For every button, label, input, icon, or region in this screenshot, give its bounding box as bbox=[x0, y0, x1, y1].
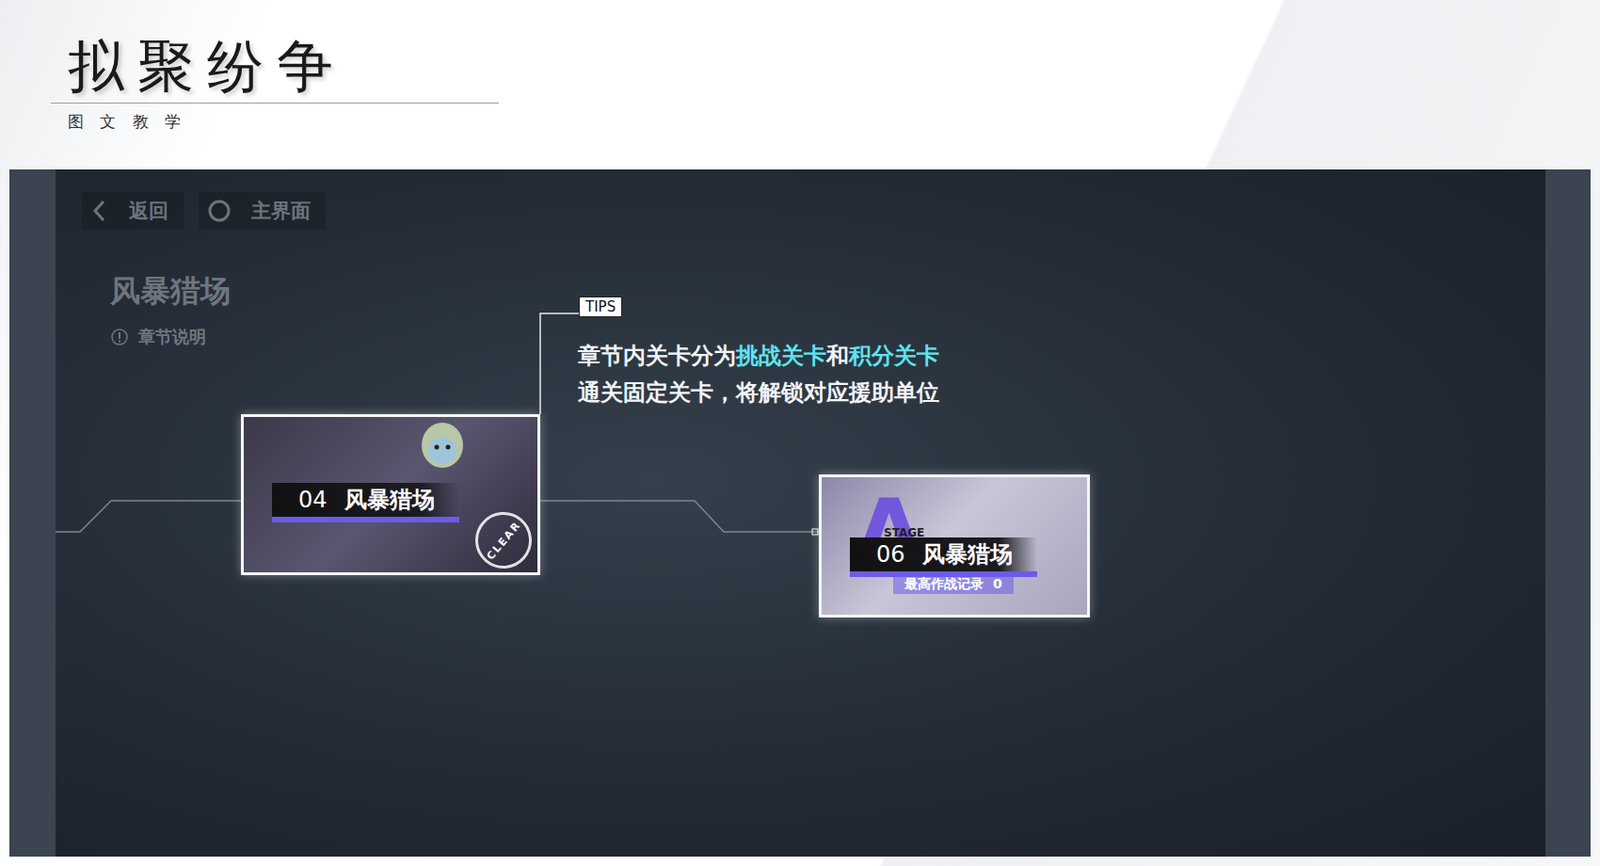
chapter-info-button[interactable]: 章节说明 bbox=[110, 325, 1546, 349]
title-rule bbox=[50, 102, 499, 104]
tutorial-page: 拟聚纷争图 文 教 学返回主界面风暴猎场章节说明04风暴猎场CLEARASTAG… bbox=[0, 0, 1600, 866]
chapter-title: 风暴猎场 bbox=[110, 271, 1546, 313]
home-button[interactable]: 主界面 bbox=[198, 192, 326, 230]
stage-banner: 04 风暴猎场 bbox=[272, 482, 460, 523]
stage-card[interactable]: 04 风暴猎场 CLEAR bbox=[240, 414, 541, 576]
game-screen: 返回主界面风暴猎场章节说明04风暴猎场CLEARASTAGE06风暴猎场最高作战… bbox=[55, 169, 1546, 857]
stage-number: 04 bbox=[298, 486, 328, 513]
stage-map: 04风暴猎场CLEARASTAGE06风暴猎场最高作战记录0TIPS章节内关卡分… bbox=[55, 169, 1546, 857]
tip-line: 章节内关卡分为挑战关卡和积分关卡 bbox=[577, 342, 940, 370]
stage-card[interactable]: ASTAGE06风暴猎场最高作战记录0 bbox=[818, 474, 1090, 618]
title: 拟聚纷争 bbox=[67, 33, 1600, 99]
subtitle: 图 文 教 学 bbox=[67, 111, 1600, 133]
info-icon bbox=[110, 327, 129, 347]
tip-line: 通关固定关卡，将解锁对应援助单位 bbox=[577, 379, 940, 407]
header: 拟聚纷争图 文 教 学 bbox=[0, 0, 1600, 170]
stage-number: 06 bbox=[876, 541, 906, 568]
stage-name: 风暴猎场 bbox=[344, 484, 435, 515]
chapter-header: 风暴猎场章节说明 bbox=[81, 271, 1546, 349]
stage-name: 风暴猎场 bbox=[922, 539, 1013, 570]
nav-bar: 返回主界面 bbox=[81, 192, 1546, 230]
home-circle-icon bbox=[206, 197, 233, 224]
record: 最高作战记录0 bbox=[893, 575, 1014, 594]
back-button[interactable]: 返回 bbox=[81, 192, 184, 230]
tips-label: TIPS bbox=[578, 296, 623, 318]
screenshot-frame: 返回主界面风暴猎场章节说明04风暴猎场CLEARASTAGE06风暴猎场最高作战… bbox=[9, 169, 1591, 857]
tips-text: 章节内关卡分为挑战关卡和积分关卡通关固定关卡，将解锁对应援助单位 bbox=[577, 342, 940, 407]
clear-stamp: CLEAR bbox=[464, 500, 541, 576]
assist-unit-icon bbox=[413, 416, 472, 474]
stage-banner: 06 风暴猎场 bbox=[849, 537, 1038, 577]
back-icon bbox=[89, 197, 111, 224]
